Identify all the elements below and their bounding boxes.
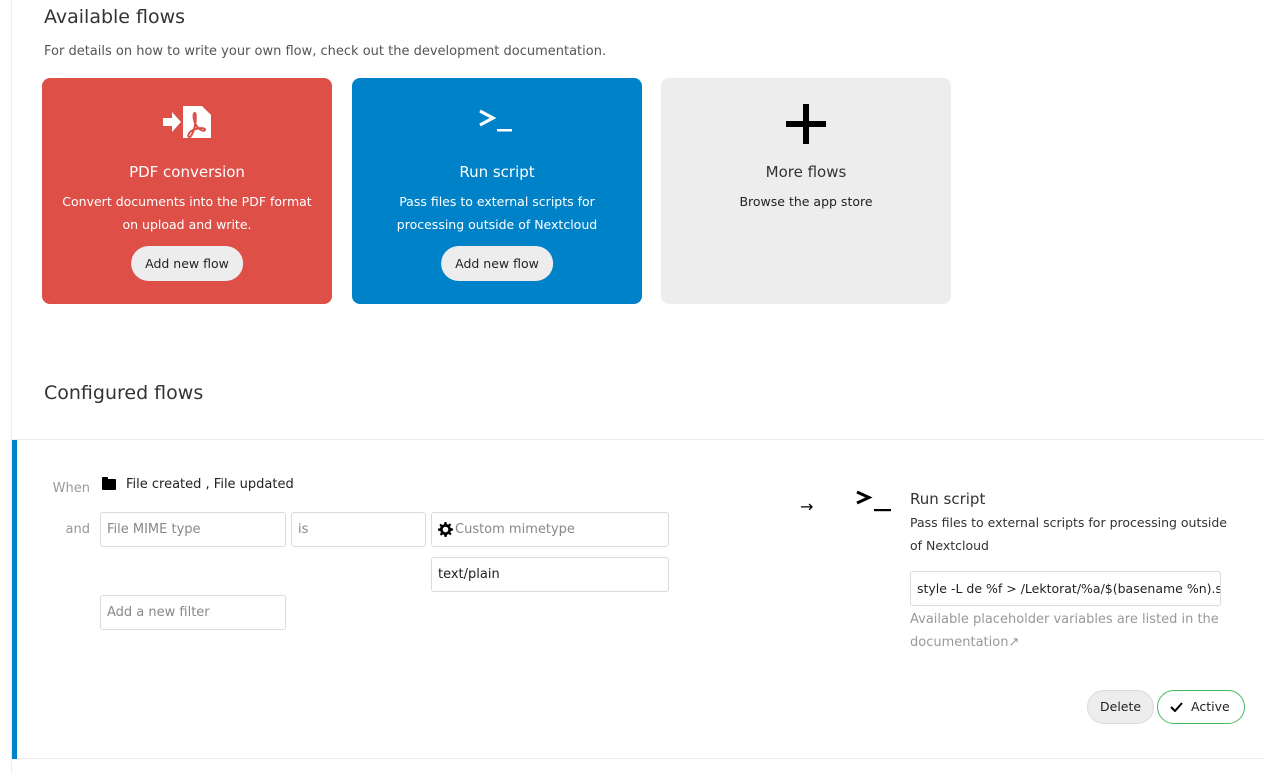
card-description: Browse the app store: [739, 194, 873, 209]
folder-icon: [102, 477, 116, 490]
card-description: Convert documents into the PDF format on…: [62, 194, 312, 232]
operation-title: Run script: [910, 490, 986, 508]
configured-flow-rule: When File created , File updated and Fil…: [12, 439, 1264, 759]
add-pdf-flow-button[interactable]: Add new flow: [131, 246, 243, 281]
terminal-icon: [352, 102, 642, 142]
operation-description: Pass files to external scripts for proce…: [910, 515, 1227, 553]
configured-flows-heading: Configured flows: [44, 382, 204, 404]
active-label: Active: [1191, 699, 1230, 714]
placeholder-docs-link[interactable]: Available placeholder variables are list…: [910, 608, 1230, 654]
card-title: PDF conversion: [129, 163, 245, 181]
custom-mimetype-input[interactable]: text/plain: [431, 557, 669, 592]
flow-card-more-flows[interactable]: More flows Browse the app store: [661, 78, 951, 304]
card-description: Pass files to external scripts for proce…: [396, 194, 598, 232]
check-operator-select[interactable]: is: [291, 512, 426, 547]
check-field-select[interactable]: File MIME type: [100, 512, 286, 547]
add-filter-input[interactable]: Add a new filter: [100, 595, 286, 630]
gear-icon: [438, 522, 453, 537]
and-label: and: [65, 522, 90, 537]
card-title: More flows: [765, 163, 847, 181]
event-list: File created , File updated: [126, 477, 294, 492]
arrow-right-icon: →: [800, 497, 814, 516]
flow-accent-bar: [12, 440, 17, 759]
event-selector[interactable]: File created , File updated: [102, 477, 294, 492]
script-command-input[interactable]: style -L de %f > /Lektorat/%a/$(basename…: [910, 571, 1221, 606]
active-toggle-button[interactable]: Active: [1157, 690, 1245, 724]
available-flows-intro: For details on how to write your own flo…: [44, 44, 607, 59]
add-script-flow-button[interactable]: Add new flow: [441, 246, 553, 281]
terminal-icon: [855, 490, 893, 518]
card-title: Run script: [459, 163, 535, 181]
when-label: When: [52, 481, 90, 496]
plus-icon: [661, 104, 951, 144]
checkmark-icon: [1170, 702, 1183, 712]
available-flows-heading: Available flows: [44, 6, 186, 28]
pdf-convert-icon: [42, 102, 332, 142]
delete-flow-button[interactable]: Delete: [1087, 690, 1155, 724]
flow-card-pdf-conversion: PDF conversion Convert documents into th…: [42, 78, 332, 304]
flow-card-run-script: Run script Pass files to external script…: [352, 78, 642, 304]
check-value-select[interactable]: Custom mimetype: [431, 512, 669, 547]
check-value-label: Custom mimetype: [455, 522, 575, 537]
